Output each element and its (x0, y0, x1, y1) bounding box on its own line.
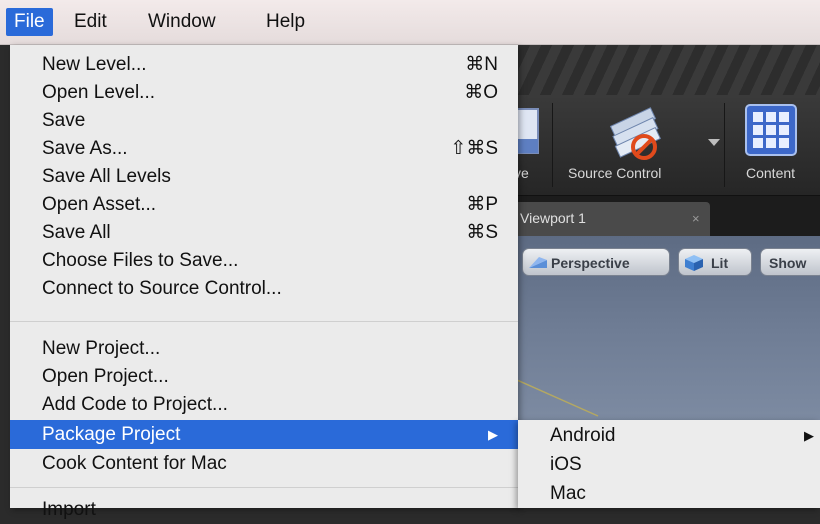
menu-separator (10, 321, 518, 322)
menu-item-cook-content-for-mac[interactable]: Cook Content for Mac (10, 449, 518, 478)
menu-item-save[interactable]: Save (10, 106, 518, 135)
menu-item-label: Connect to Source Control... (42, 278, 282, 299)
menu-help[interactable]: Help (266, 8, 305, 36)
show-button[interactable]: Show (760, 248, 820, 276)
source-control-icon (609, 107, 661, 160)
menu-item-label: Save As... (42, 138, 128, 159)
menu-item-open-asset[interactable]: Open Asset... ⌘P (10, 190, 518, 219)
menu-item-new-project[interactable]: New Project... (10, 334, 518, 363)
close-icon[interactable]: × (692, 211, 700, 226)
perspective-icon (529, 257, 547, 268)
submenu-item-android[interactable]: Android ▶ (518, 421, 820, 450)
content-browser-icon (745, 104, 797, 156)
show-label: Show (769, 255, 807, 271)
menu-item-label: Open Project... (42, 366, 169, 387)
editor-tab-bar: Viewport 1 × (508, 196, 820, 236)
toolbar-separator (552, 103, 553, 187)
menu-item-save-all-levels[interactable]: Save All Levels (10, 162, 518, 191)
menu-item-connect-to-source-control[interactable]: Connect to Source Control... (10, 274, 518, 303)
perspective-button[interactable]: Perspective (522, 248, 670, 276)
menu-item-add-code-to-project[interactable]: Add Code to Project... (10, 390, 518, 419)
menu-item-import[interactable]: Import (10, 495, 518, 524)
lit-cube-icon (685, 255, 703, 271)
menu-item-label: Add Code to Project... (42, 394, 228, 415)
menu-item-label: New Project... (42, 338, 161, 359)
menu-edit[interactable]: Edit (74, 8, 107, 36)
submenu-item-ios[interactable]: iOS (518, 450, 820, 479)
perspective-label: Perspective (551, 255, 630, 271)
submenu-item-label: Mac (550, 483, 586, 504)
submenu-item-mac[interactable]: Mac (518, 479, 820, 508)
menu-file[interactable]: File (6, 8, 53, 36)
menu-item-save-all[interactable]: Save All ⌘S (10, 218, 518, 247)
editor-title-strip (508, 45, 820, 95)
submenu-arrow-icon: ▶ (488, 427, 498, 442)
menu-item-open-level[interactable]: Open Level... ⌘O (10, 78, 518, 107)
menu-item-choose-files-to-save[interactable]: Choose Files to Save... (10, 246, 518, 275)
menu-item-shortcut: ⌘P (466, 194, 498, 215)
menu-item-new-level[interactable]: New Level... ⌘N (10, 50, 518, 79)
menu-item-shortcut: ⌘N (465, 54, 498, 75)
menu-item-label: New Level... (42, 54, 147, 75)
package-project-submenu: Android ▶ iOS Mac (518, 420, 820, 508)
menu-item-package-project[interactable]: Package Project ▶ (10, 420, 518, 449)
menu-item-label: Save All Levels (42, 166, 171, 187)
menu-item-label: Choose Files to Save... (42, 250, 239, 271)
source-control-label: Source Control (568, 165, 662, 181)
menu-item-label: Save All (42, 222, 111, 243)
tab-viewport-1[interactable]: Viewport 1 × (514, 202, 710, 236)
toolbar-separator (724, 103, 725, 187)
menu-item-shortcut: ⌘S (466, 222, 498, 243)
file-menu: New Level... ⌘N Open Level... ⌘O Save Sa… (10, 45, 518, 520)
tab-label: Viewport 1 (520, 210, 586, 226)
menu-bar: File Edit Window Help (0, 0, 820, 45)
menu-item-label: Open Asset... (42, 194, 157, 215)
menu-item-label: Import (42, 499, 96, 520)
menu-item-label: Open Level... (42, 82, 156, 103)
source-control-toolbar-button[interactable]: Source Control (558, 95, 720, 195)
content-toolbar-button[interactable]: Content (728, 95, 820, 195)
menu-item-label: Cook Content for Mac (42, 453, 227, 474)
submenu-arrow-icon: ▶ (804, 428, 814, 443)
menu-item-label: Package Project (42, 424, 181, 445)
menu-item-save-as[interactable]: Save As... ⇧⌘S (10, 134, 518, 163)
menu-item-open-project[interactable]: Open Project... (10, 362, 518, 391)
menu-window[interactable]: Window (148, 8, 216, 36)
content-label: Content (746, 165, 796, 181)
menu-item-shortcut: ⌘O (464, 82, 498, 103)
lit-button[interactable]: Lit (678, 248, 752, 276)
submenu-item-label: iOS (550, 454, 582, 475)
source-control-dropdown-icon[interactable] (708, 139, 720, 147)
lit-label: Lit (711, 255, 729, 271)
menu-separator (10, 487, 518, 488)
menu-item-label: Save (42, 110, 86, 131)
menu-item-shortcut: ⇧⌘S (450, 138, 498, 159)
editor-toolbar: ve Source Control Content (508, 95, 820, 196)
submenu-item-label: Android (550, 425, 616, 446)
